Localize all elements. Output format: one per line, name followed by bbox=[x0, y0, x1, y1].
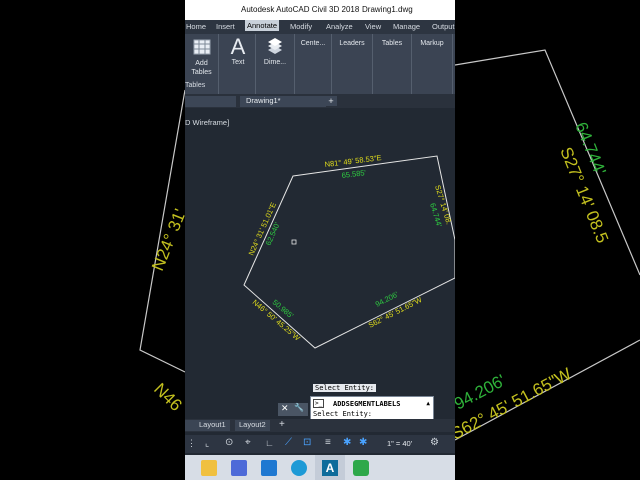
mail-icon[interactable] bbox=[261, 460, 277, 476]
command-line-tools: ✕ 🔧 bbox=[278, 403, 308, 416]
status-bar: ⋮ ⌞ ⊙ ⌖ ∟ ⟋ ⊡ ≡ ✱ ✱ 1" = 40' ⚙ bbox=[185, 435, 455, 453]
file-explorer-icon[interactable] bbox=[201, 460, 217, 476]
ortho-icon[interactable]: ⌞ bbox=[205, 438, 209, 449]
command-prompt-text: Select Entity: bbox=[313, 410, 373, 418]
selection-cycling-icon[interactable]: ⊡ bbox=[303, 437, 311, 448]
store-icon[interactable] bbox=[231, 460, 247, 476]
close-icon[interactable]: ✕ bbox=[281, 403, 289, 414]
object-snap-icon[interactable]: ∟ bbox=[265, 438, 274, 448]
crosshair-cursor-icon bbox=[291, 239, 297, 245]
wrench-icon[interactable]: 🔧 bbox=[294, 403, 304, 412]
autocad-icon: A bbox=[322, 460, 338, 476]
scroll-up-icon[interactable]: ▲ bbox=[426, 400, 430, 407]
app-window: Autodesk AutoCAD Civil 3D 2018 Drawing1.… bbox=[185, 0, 455, 480]
autocad-taskbar-button[interactable]: A bbox=[315, 455, 345, 480]
annotation-visibility-icon[interactable]: ✱ bbox=[343, 437, 351, 448]
greenshot-icon[interactable] bbox=[353, 460, 369, 476]
auto-scale-icon[interactable]: ✱ bbox=[359, 437, 367, 448]
more-icon[interactable]: ⋮ bbox=[187, 438, 196, 449]
add-layout-plus-icon[interactable]: + bbox=[279, 419, 285, 430]
dynamic-ucs-icon[interactable]: ⟋ bbox=[285, 437, 292, 448]
layout-tab-bar: Layout1 Layout2 + bbox=[185, 419, 455, 432]
command-name: ADDSEGMENTLABELS bbox=[333, 400, 401, 408]
polar-tracking-icon[interactable]: ⊙ bbox=[225, 437, 233, 448]
tab-layout2[interactable]: Layout2 bbox=[235, 420, 270, 431]
command-tooltip: Select Entity: bbox=[313, 384, 377, 392]
label-top-distance: 65.585' bbox=[341, 168, 367, 180]
label-top-bearing: N81° 49' 58.53"E bbox=[324, 153, 382, 169]
windows-taskbar: A bbox=[185, 455, 455, 480]
annotation-scale[interactable]: 1" = 40' bbox=[387, 439, 412, 448]
tab-layout1[interactable]: Layout1 bbox=[195, 420, 230, 431]
lineweight-icon[interactable]: ≡ bbox=[325, 437, 331, 448]
command-prompt-icon: >_ bbox=[313, 399, 325, 408]
edge-icon[interactable] bbox=[291, 460, 307, 476]
isodraft-icon[interactable]: ⌖ bbox=[245, 437, 251, 448]
gear-icon[interactable]: ⚙ bbox=[430, 437, 439, 448]
